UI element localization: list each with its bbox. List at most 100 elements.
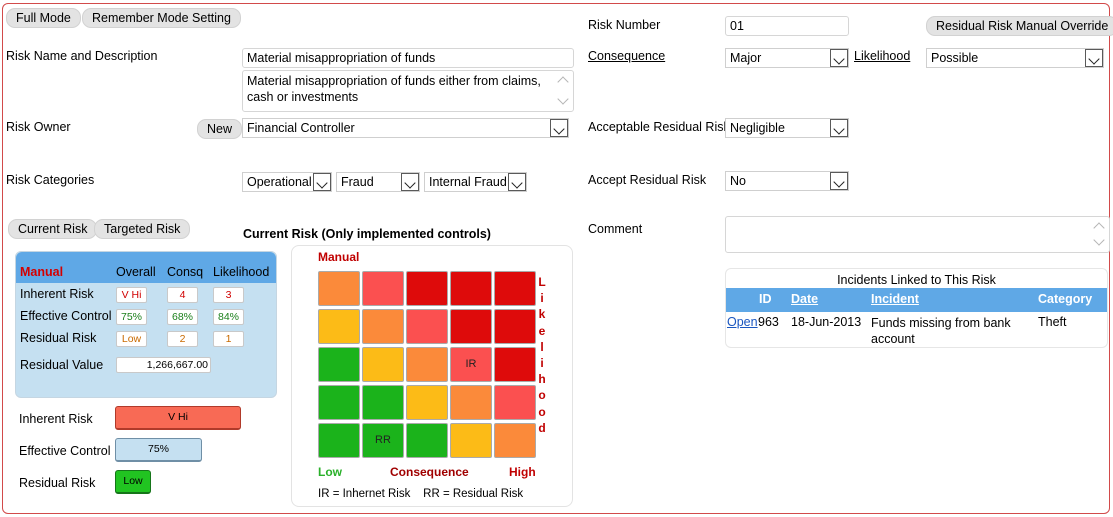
risk-owner-value: Financial Controller <box>247 121 355 135</box>
heatmap-cell <box>494 309 536 344</box>
incidents-header-date[interactable]: Date <box>791 292 818 306</box>
heatmap-cell <box>406 385 448 420</box>
incident-open-link[interactable]: Open <box>727 315 758 329</box>
category-1-select[interactable]: Operational <box>242 172 332 192</box>
likelihood-axis-letter: h <box>538 372 546 387</box>
heatmap-cell <box>318 271 360 306</box>
acceptable-residual-value: Negligible <box>730 121 785 135</box>
category-2-select[interactable]: Fraud <box>336 172 420 192</box>
category-3-value: Internal Fraud <box>429 175 507 189</box>
consequence-label[interactable]: Consequence <box>588 49 665 63</box>
heatmap-cell <box>362 271 404 306</box>
chevron-down-icon[interactable] <box>508 173 526 191</box>
full-mode-button[interactable]: Full Mode <box>6 8 81 28</box>
risk-name-field[interactable]: Material misappropriation of funds <box>242 48 574 68</box>
risk-owner-select[interactable]: Financial Controller <box>242 118 569 138</box>
heatmap-cell <box>406 309 448 344</box>
effective-likelihood: 84% <box>213 309 244 325</box>
consequence-value: Major <box>730 51 762 65</box>
chevron-down-icon[interactable] <box>401 173 419 191</box>
residual-value-field[interactable]: 1,266,667.00 <box>116 357 211 373</box>
summary-title: Current Risk (Only implemented controls) <box>243 227 491 241</box>
tab-current-risk[interactable]: Current Risk <box>8 219 98 239</box>
description-scrollbar[interactable] <box>557 73 571 109</box>
risk-number-field[interactable]: 01 <box>725 16 849 36</box>
chevron-down-icon[interactable] <box>1085 49 1103 67</box>
risk-categories-label: Risk Categories <box>6 173 95 187</box>
accept-residual-select[interactable]: No <box>725 171 849 191</box>
chevron-down-icon[interactable] <box>830 49 848 67</box>
chevron-down-icon[interactable] <box>313 173 331 191</box>
heatmap-cell <box>494 385 536 420</box>
bar-residual-label: Residual Risk <box>19 476 96 490</box>
heatmap-consequence-label: Consequence <box>390 465 469 479</box>
heatmap-cell <box>318 309 360 344</box>
incidents-title: Incidents Linked to This Risk <box>837 273 996 287</box>
category-1-value: Operational <box>247 175 312 189</box>
incident-description: Funds missing from bank account <box>871 316 1011 346</box>
chevron-down-icon[interactable] <box>830 119 848 137</box>
header-likelihood: Likelihood <box>213 265 270 279</box>
residual-consq: 2 <box>167 331 198 347</box>
tab-targeted-risk[interactable]: Targeted Risk <box>94 219 191 239</box>
risk-name-label: Risk Name and Description <box>6 49 158 63</box>
incidents-header-incident[interactable]: Incident <box>871 292 919 306</box>
likelihood-axis-letter: L <box>538 275 546 289</box>
comment-field[interactable] <box>725 216 1110 253</box>
likelihood-select[interactable]: Possible <box>926 48 1104 68</box>
likelihood-axis-letter: d <box>538 420 546 435</box>
heatmap-cell <box>494 271 536 306</box>
header-overall: Overall <box>116 265 156 279</box>
bar-effective-label: Effective Control <box>19 444 111 458</box>
chevron-down-icon[interactable] <box>830 172 848 190</box>
heatmap-low-label: Low <box>318 465 342 479</box>
heatmap-cell: RR <box>362 423 404 458</box>
incident-category: Theft <box>1038 315 1067 329</box>
heatmap-cell <box>318 423 360 458</box>
risk-owner-label: Risk Owner <box>6 120 71 134</box>
heatmap-cell <box>406 423 448 458</box>
comment-scrollbar[interactable] <box>1093 219 1107 250</box>
accept-residual-label: Accept Residual Risk <box>588 173 707 187</box>
risk-summary-panel: Manual Overall Consq Likelihood Inherent… <box>15 251 277 398</box>
heatmap-cell <box>494 347 536 382</box>
incident-id: 963 <box>758 315 779 329</box>
accept-residual-value: No <box>730 174 746 188</box>
heatmap-cell <box>318 385 360 420</box>
consequence-select[interactable]: Major <box>725 48 849 68</box>
likelihood-label[interactable]: Likelihood <box>854 49 910 63</box>
heatmap-cell <box>450 423 492 458</box>
incidents-header-category: Category <box>1038 292 1093 306</box>
chevron-down-icon[interactable] <box>550 119 568 137</box>
inherent-overall: V Hi <box>116 287 147 303</box>
residual-value-label: Residual Value <box>20 358 104 372</box>
heatmap-cell <box>362 385 404 420</box>
incidents-header-id: ID <box>759 292 772 306</box>
new-owner-button[interactable]: New <box>197 119 243 139</box>
likelihood-axis-letter: k <box>538 307 546 322</box>
heatmap-manual-label: Manual <box>318 250 360 264</box>
incident-date: 18-Jun-2013 <box>791 315 862 329</box>
heatmap-cell <box>450 309 492 344</box>
inherent-likelihood: 3 <box>213 287 244 303</box>
residual-override-button[interactable]: Residual Risk Manual Override <box>926 16 1113 36</box>
heatmap-cell <box>362 309 404 344</box>
likelihood-value: Possible <box>931 51 979 65</box>
heatmap-cell <box>406 271 448 306</box>
effective-control-bar: 75% <box>115 438 202 462</box>
header-consq: Consq <box>167 265 204 279</box>
effective-consq: 68% <box>167 309 198 325</box>
incidents-panel: Incidents Linked to This Risk ID Date In… <box>725 268 1108 348</box>
bar-inherent-label: Inherent Risk <box>19 412 93 426</box>
category-3-select[interactable]: Internal Fraud <box>424 172 527 192</box>
likelihood-axis-letter: i <box>540 291 544 306</box>
heatmap-cell <box>362 347 404 382</box>
row-residual-label: Residual Risk <box>20 331 97 345</box>
effective-overall: 75% <box>116 309 147 325</box>
remember-mode-button[interactable]: Remember Mode Setting <box>82 8 241 28</box>
comment-label: Comment <box>588 222 643 236</box>
residual-risk-bar: Low <box>115 470 151 494</box>
risk-description-field[interactable]: Material misappropriation of funds eithe… <box>242 70 574 112</box>
acceptable-residual-select[interactable]: Negligible <box>725 118 849 138</box>
residual-likelihood: 1 <box>213 331 244 347</box>
